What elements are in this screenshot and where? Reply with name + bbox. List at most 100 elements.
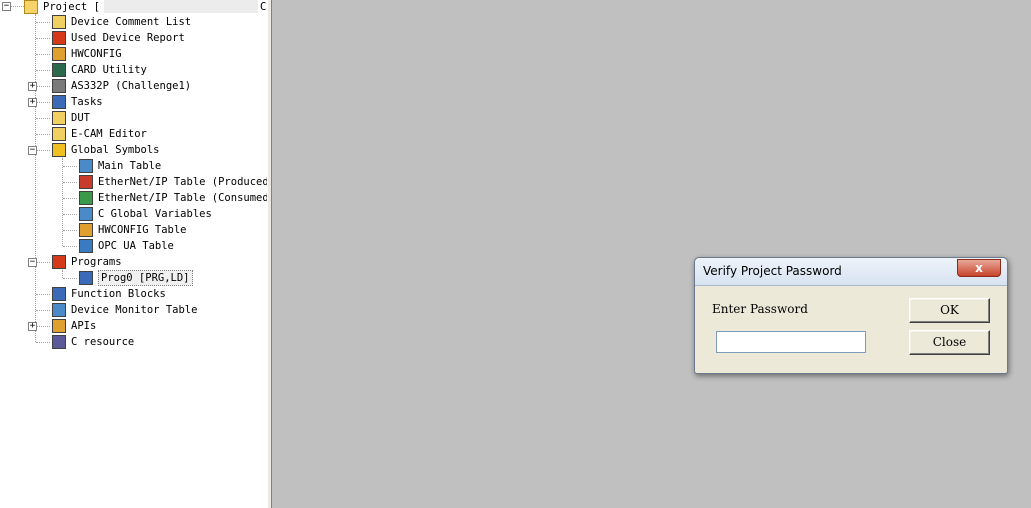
tree-item-label: C Global Variables	[98, 208, 212, 220]
tree-item[interactable]: C resource	[0, 334, 267, 350]
tree-item[interactable]: Device Comment List	[0, 14, 267, 30]
tree-connector	[63, 278, 77, 279]
tree-item-label: AS332P (Challenge1)	[71, 80, 192, 92]
tree-item[interactable]: Function Blocks	[0, 286, 267, 302]
tree-item-label: Prog0 [PRG,LD]	[98, 270, 193, 286]
dialog-title-bar[interactable]: Verify Project Password x	[695, 258, 1007, 286]
tree-connector	[36, 294, 50, 295]
monitor-icon	[52, 303, 66, 317]
tree-item[interactable]: OPC UA Table	[0, 238, 267, 254]
verify-password-dialog: Verify Project Password x Enter Password…	[694, 257, 1008, 374]
globe-icon	[52, 143, 66, 157]
hwconfig-table-icon	[79, 223, 93, 237]
tree-connector	[63, 214, 77, 215]
tree-connector	[36, 22, 50, 23]
tree-connector	[63, 182, 77, 183]
tree-item-label: DUT	[71, 112, 90, 124]
comment-list-icon	[52, 15, 66, 29]
tree-connector	[36, 150, 50, 151]
tree-item-label: Global Symbols	[71, 144, 160, 156]
dut-icon	[52, 111, 66, 125]
project-gear-icon	[24, 0, 38, 14]
tree-item-label: EtherNet/IP Table (Consumed	[98, 192, 267, 204]
tree-item-label: Programs	[71, 256, 122, 268]
collapse-toggle[interactable]: −	[2, 2, 11, 11]
tree-item[interactable]: + APIs	[0, 318, 267, 334]
close-button[interactable]: Close	[909, 330, 990, 355]
dialog-title: Verify Project Password	[703, 264, 842, 278]
password-input[interactable]	[716, 331, 866, 353]
resource-icon	[52, 335, 66, 349]
tree-connector	[36, 262, 50, 263]
plc-icon	[52, 79, 66, 93]
tree-connector	[63, 230, 77, 231]
variables-icon	[79, 207, 93, 221]
tree-connector	[63, 246, 77, 247]
redacted-project-name	[104, 0, 258, 13]
ethernet-produced-icon	[79, 175, 93, 189]
expand-toggle[interactable]: +	[28, 98, 37, 107]
tree-item[interactable]: E-CAM Editor	[0, 126, 267, 142]
tree-item[interactable]: Used Device Report	[0, 30, 267, 46]
close-icon[interactable]: x	[957, 259, 1001, 277]
tree-connector	[36, 342, 50, 343]
report-icon	[52, 31, 66, 45]
tree-item[interactable]: Main Table	[0, 158, 267, 174]
collapse-toggle[interactable]: −	[28, 258, 37, 267]
card-icon	[52, 63, 66, 77]
tree-item[interactable]: Prog0 [PRG,LD]	[0, 270, 267, 286]
tree-connector	[36, 326, 50, 327]
tree-connector	[63, 198, 77, 199]
tree-item-label: EtherNet/IP Table (Produced	[98, 176, 267, 188]
tree-item[interactable]: EtherNet/IP Table (Produced	[0, 174, 267, 190]
tree-item-label: HWCONFIG	[71, 48, 122, 60]
tree-connector	[36, 102, 50, 103]
tree-item[interactable]: + Tasks	[0, 94, 267, 110]
tree-item[interactable]: HWCONFIG	[0, 46, 267, 62]
tree-item[interactable]: Device Monitor Table	[0, 302, 267, 318]
tree-root-suffix: C	[260, 1, 267, 13]
tree-connector	[36, 310, 50, 311]
tree-item-label: Device Comment List	[71, 16, 192, 28]
ladder-program-icon	[79, 271, 93, 285]
tree-item-label: Device Monitor Table	[71, 304, 198, 316]
expand-toggle[interactable]: +	[28, 82, 37, 91]
tree-item[interactable]: + AS332P (Challenge1)	[0, 78, 267, 94]
tree-item-label: C resource	[71, 336, 135, 348]
password-label: Enter Password	[712, 302, 808, 316]
expand-toggle[interactable]: +	[28, 322, 37, 331]
tree-item[interactable]: − Global Symbols	[0, 142, 267, 158]
tree-connector	[36, 86, 50, 87]
tree-item[interactable]: DUT	[0, 110, 267, 126]
workspace-area	[272, 0, 1031, 508]
tree-connector	[63, 166, 77, 167]
tree-connector	[36, 38, 50, 39]
apis-icon	[52, 319, 66, 333]
tree-root-label: Project [	[43, 1, 100, 13]
tree-connector	[36, 118, 50, 119]
ecam-icon	[52, 127, 66, 141]
tree-connector	[36, 70, 50, 71]
tree-root-project[interactable]: − Project [ C	[0, 0, 267, 15]
tree-item[interactable]: EtherNet/IP Table (Consumed	[0, 190, 267, 206]
function-blocks-icon	[52, 287, 66, 301]
tree-item[interactable]: HWCONFIG Table	[0, 222, 267, 238]
tree-item[interactable]: C Global Variables	[0, 206, 267, 222]
ok-button[interactable]: OK	[909, 298, 990, 323]
tree-connector	[36, 54, 50, 55]
ethernet-consumed-icon	[79, 191, 93, 205]
tree-item-label: E-CAM Editor	[71, 128, 147, 140]
tree-item[interactable]: − Programs	[0, 254, 267, 270]
collapse-toggle[interactable]: −	[28, 146, 37, 155]
tree-item-label: HWCONFIG Table	[98, 224, 187, 236]
tree-item-label: Main Table	[98, 160, 162, 172]
table-icon	[79, 159, 93, 173]
tree-item-label: Function Blocks	[71, 288, 166, 300]
dialog-body: Enter Password OK Close	[700, 286, 1002, 368]
project-tree[interactable]: − Project [ C Device Comment List Used De…	[0, 0, 267, 508]
tree-connector	[36, 134, 50, 135]
opcua-icon	[79, 239, 93, 253]
tree-item[interactable]: CARD Utility	[0, 62, 267, 78]
tree-item-label: APIs	[71, 320, 97, 332]
hwconfig-icon	[52, 47, 66, 61]
